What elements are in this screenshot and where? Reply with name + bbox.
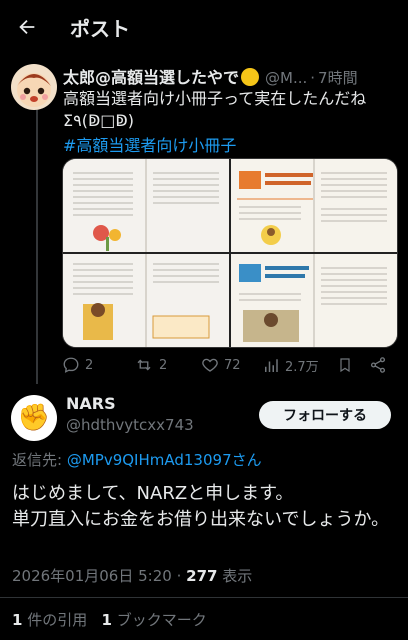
post-engagement-stats: 1 件の引用 1 ブックマーク [12, 609, 207, 630]
reply-to-line: 返信先: @MPv9QIHmAd13097さん [12, 449, 262, 470]
fist-emoji-icon: ✊ [17, 403, 51, 433]
share-icon [370, 357, 386, 373]
post-view-count: 277 [186, 567, 218, 585]
quoted-display-name[interactable]: 太郎@高額当選したやで [63, 68, 239, 87]
bookmarks-label: ブックマーク [116, 611, 207, 629]
back-arrow-icon[interactable] [12, 12, 42, 42]
reply-count: 2 [85, 357, 94, 373]
reply-display-name[interactable]: NARS [66, 394, 116, 413]
top-bar: ポスト [0, 0, 408, 52]
reply-handle[interactable]: @hdthvytcxx743 [66, 416, 194, 434]
post-date[interactable]: 2026年01月06日 5:20 [12, 567, 172, 585]
reply-icon [63, 357, 79, 373]
heart-icon [202, 358, 218, 372]
reply-to-label: 返信先: [12, 451, 63, 469]
like-count: 72 [224, 357, 241, 373]
hashtag-link[interactable]: #高額当選者向け小冊子 [63, 132, 236, 156]
share-button[interactable] [369, 356, 387, 374]
follow-button[interactable]: フォローする [259, 401, 391, 429]
quoted-handle[interactable]: @M... [265, 69, 307, 87]
bookmarks-count: 1 [101, 611, 112, 629]
media-image-1[interactable] [63, 159, 229, 252]
thread-connector [36, 104, 38, 384]
bookmark-icon [340, 358, 350, 373]
reply-to-handle-link[interactable]: @MPv9QIHmAd13097さん [67, 451, 262, 469]
reply-button[interactable]: 2 [62, 356, 93, 374]
repost-icon [137, 359, 151, 371]
bookmark-button[interactable] [337, 356, 353, 374]
quoted-post-header: 太郎@高額当選したやで @M... · 7時間 [63, 64, 403, 88]
media-image-3[interactable] [63, 254, 229, 347]
quoted-post-time[interactable]: 7時間 [318, 69, 358, 87]
avatar[interactable]: ✊ [11, 395, 57, 441]
separator-dot: · [176, 567, 182, 585]
bookmarks-link[interactable]: 1 ブックマーク [102, 611, 207, 629]
post-views-label: 表示 [222, 567, 253, 585]
post-timestamp: 2026年01月06日 5:20 · 277 表示 [12, 565, 252, 586]
views-count: 2.7万 [285, 360, 319, 375]
quoted-post-actions: 2 2 72 2.7万 [62, 356, 402, 376]
views-button[interactable]: 2.7万 [262, 356, 319, 375]
divider [0, 597, 408, 598]
quotes-count: 1 [12, 611, 23, 629]
separator-dot: · [310, 69, 316, 87]
repost-count: 2 [159, 357, 168, 373]
repost-button[interactable]: 2 [134, 356, 167, 374]
quoted-post-text: 高額当選者向け小冊子って実在したんだね Σ٩(ↁ□ↁ) [63, 89, 367, 130]
reply-post-text: はじめまして、NARZと申します。 単刀直入にお金をお借り出来ないでしょうか。 [12, 483, 390, 530]
like-button[interactable]: 72 [201, 356, 241, 374]
quotes-link[interactable]: 1 件の引用 [12, 611, 87, 629]
media-image-2[interactable] [231, 159, 397, 252]
media-grid[interactable] [62, 158, 398, 348]
page-title: ポスト [70, 17, 130, 41]
avatar[interactable] [11, 64, 57, 110]
smile-emoji-icon [241, 68, 260, 86]
media-image-4[interactable] [231, 254, 397, 347]
views-icon [265, 358, 278, 372]
quotes-label: 件の引用 [27, 611, 88, 629]
